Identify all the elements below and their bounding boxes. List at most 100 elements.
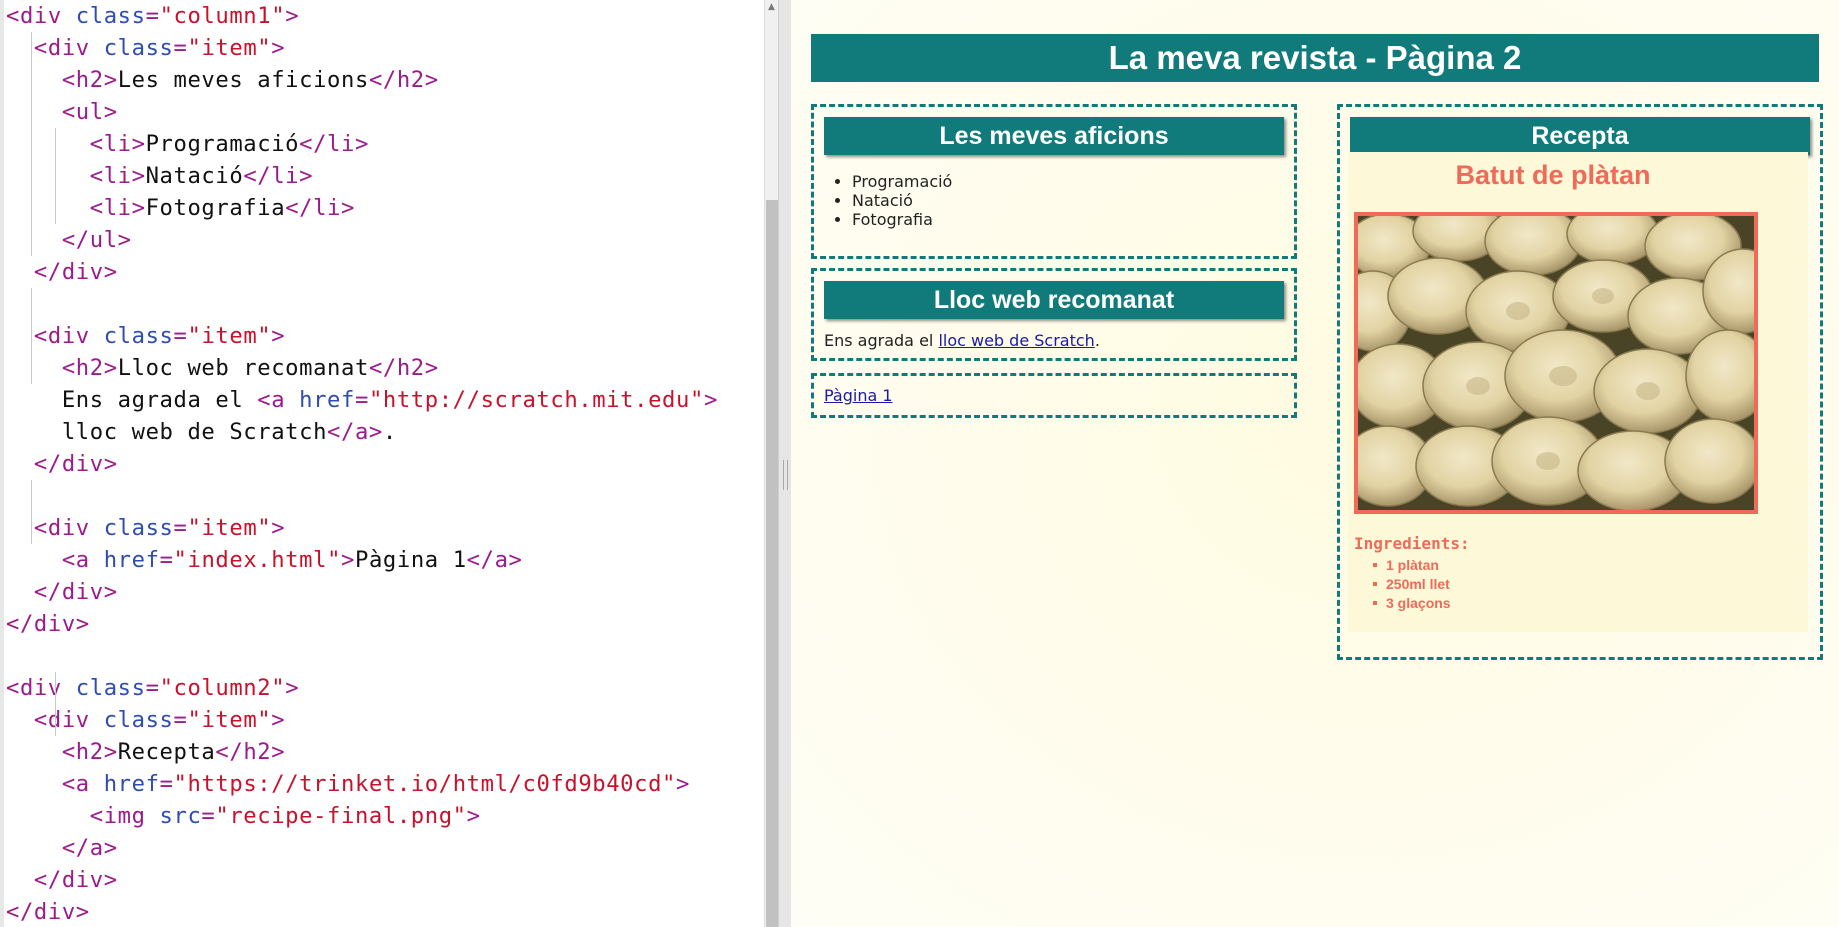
website-text: Ens agrada el lloc web de Scratch. xyxy=(824,331,1100,350)
editor-scrollbar[interactable]: ▲ xyxy=(764,0,779,927)
code-line[interactable]: Ens agrada el <a href="http://scratch.mi… xyxy=(6,384,718,416)
code-token: "item" xyxy=(187,323,272,349)
code-line[interactable] xyxy=(6,640,718,672)
scroll-up-arrow-icon[interactable]: ▲ xyxy=(768,2,775,12)
code-line[interactable]: </div> xyxy=(6,448,718,480)
code-token: <img xyxy=(89,803,160,829)
splitter-grip-icon[interactable] xyxy=(783,460,788,490)
code-token: = xyxy=(173,35,188,61)
indent-guide xyxy=(31,32,32,256)
code-text[interactable]: <div class="column1"> <div class="item">… xyxy=(6,0,718,927)
scratch-link[interactable]: lloc web de Scratch xyxy=(938,331,1094,350)
code-token: <a xyxy=(257,387,300,413)
list-item: 3 glaçons xyxy=(1373,594,1451,613)
recipe-name: Batut de plàtan xyxy=(1455,160,1651,190)
code-line[interactable]: <a href="https://trinket.io/html/c0fd9b4… xyxy=(6,768,718,800)
code-token: Programació xyxy=(145,131,300,157)
code-token: "http://scratch.mit.edu" xyxy=(368,387,704,413)
code-token: </ul> xyxy=(61,227,132,253)
code-token: = xyxy=(173,515,188,541)
code-line[interactable]: <div class="column2"> xyxy=(6,672,718,704)
code-token: src xyxy=(159,803,202,829)
preview-pane: La meva revista - Pàgina 2 Les meves afi… xyxy=(791,0,1839,927)
code-token: > xyxy=(271,35,286,61)
code-token: > xyxy=(285,675,300,701)
code-token: Natació xyxy=(145,163,244,189)
code-token: </div> xyxy=(33,451,118,477)
code-token: </h2> xyxy=(368,67,439,93)
code-token: <h2> xyxy=(61,739,118,765)
banana-slices-photo[interactable] xyxy=(1354,212,1758,514)
code-line[interactable]: </div> xyxy=(6,896,718,927)
code-line[interactable]: <div class="item"> xyxy=(6,704,718,736)
editor-gutter xyxy=(0,0,4,927)
code-token: <h2> xyxy=(61,67,118,93)
code-line[interactable]: <div class="column1"> xyxy=(6,0,718,32)
code-line[interactable]: </div> xyxy=(6,256,718,288)
code-line[interactable]: </ul> xyxy=(6,224,718,256)
recipe-image-link[interactable]: Batut de plàtan Ingredients: 1 plàtan 25… xyxy=(1348,152,1808,632)
pane-splitter[interactable] xyxy=(778,0,792,927)
code-token: class xyxy=(103,323,174,349)
website-card: Lloc web recomanat Ens agrada el lloc we… xyxy=(811,268,1297,361)
code-line[interactable]: <img src="recipe-final.png"> xyxy=(6,800,718,832)
code-token: > xyxy=(703,387,718,413)
code-token: <li> xyxy=(89,195,146,221)
list-item: Natació xyxy=(852,191,952,210)
code-token: Pàgina 1 xyxy=(355,547,467,573)
page-1-link[interactable]: Pàgina 1 xyxy=(824,386,893,405)
code-token: "recipe-final.png" xyxy=(215,803,467,829)
code-token: <a xyxy=(61,771,104,797)
code-token: > xyxy=(271,707,286,733)
code-line[interactable]: <ul> xyxy=(6,96,718,128)
code-line[interactable]: <div class="item"> xyxy=(6,320,718,352)
code-line[interactable]: lloc web de Scratch</a>. xyxy=(6,416,718,448)
code-line[interactable]: </div> xyxy=(6,864,718,896)
code-line[interactable]: <div class="item"> xyxy=(6,32,718,64)
code-line[interactable]: <h2>Lloc web recomanat</h2> xyxy=(6,352,718,384)
code-token: </li> xyxy=(299,131,369,157)
code-token: </li> xyxy=(243,163,314,189)
code-token: class xyxy=(103,515,174,541)
code-token: </li> xyxy=(285,195,355,221)
hobbies-list: Programació Natació Fotografia xyxy=(828,172,952,229)
indent-guide xyxy=(55,128,56,224)
hobbies-card: Les meves aficions Programació Natació F… xyxy=(811,104,1297,259)
code-line[interactable]: <h2>Recepta</h2> xyxy=(6,736,718,768)
code-line[interactable]: <div class="item"> xyxy=(6,512,718,544)
ingredients-title: Ingredients: xyxy=(1354,534,1470,553)
code-line[interactable]: </a> xyxy=(6,832,718,864)
list-item: 250ml llet xyxy=(1373,575,1451,594)
code-token: > xyxy=(285,3,300,29)
code-token: class xyxy=(75,675,146,701)
recipe-heading: Recepta xyxy=(1350,117,1810,155)
code-line[interactable] xyxy=(6,480,718,512)
code-line[interactable]: </div> xyxy=(6,576,718,608)
code-line[interactable]: <li>Programació</li> xyxy=(6,128,718,160)
code-token: <div xyxy=(33,323,104,349)
code-editor[interactable]: <div class="column1"> <div class="item">… xyxy=(0,0,764,927)
code-token: <li> xyxy=(89,131,146,157)
code-token: = xyxy=(173,323,188,349)
code-line[interactable] xyxy=(6,288,718,320)
page-title: La meva revista - Pàgina 2 xyxy=(811,34,1819,82)
code-token: </div> xyxy=(6,899,90,925)
scrollbar-thumb[interactable] xyxy=(766,200,778,927)
code-line[interactable]: <h2>Les meves aficions</h2> xyxy=(6,64,718,96)
banana-slices-image xyxy=(1358,216,1754,510)
code-line[interactable]: <li>Fotografia</li> xyxy=(6,192,718,224)
code-line[interactable]: <li>Natació</li> xyxy=(6,160,718,192)
code-token: </div> xyxy=(33,259,118,285)
code-token: "column1" xyxy=(159,3,286,29)
code-line[interactable]: </div> xyxy=(6,608,718,640)
code-line[interactable]: <a href="index.html">Pàgina 1</a> xyxy=(6,544,718,576)
